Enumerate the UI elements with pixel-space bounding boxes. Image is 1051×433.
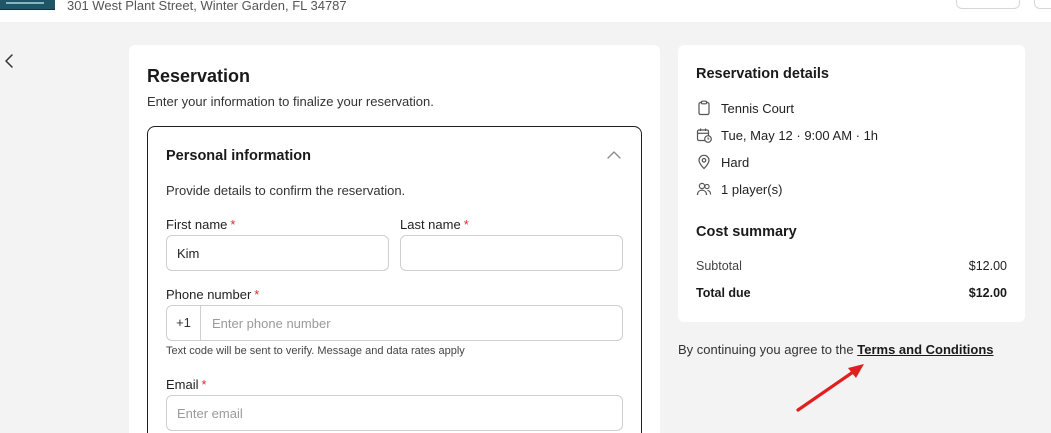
detail-court: Tennis Court — [696, 99, 794, 117]
required-marker: * — [463, 217, 469, 232]
phone-label: Phone number * — [166, 287, 259, 302]
required-marker: * — [201, 377, 207, 392]
chevron-left-icon — [5, 54, 13, 68]
subtotal-value: $12.00 — [968, 259, 1007, 273]
last-name-input[interactable] — [400, 235, 623, 271]
first-name-label-text: First name — [166, 217, 228, 232]
email-label: Email * — [166, 377, 207, 392]
first-name-input[interactable] — [166, 235, 389, 271]
header-button[interactable] — [956, 0, 1020, 9]
total-label: Total due — [696, 286, 751, 300]
personal-info-description: Provide details to confirm the reservati… — [166, 183, 406, 198]
detail-surface-text: Hard — [721, 154, 750, 170]
collapse-button[interactable] — [606, 148, 622, 160]
detail-surface: Hard — [696, 153, 749, 171]
total-value: $12.00 — [968, 286, 1007, 300]
last-name-label-text: Last name — [400, 217, 461, 232]
subtotal-label: Subtotal — [696, 259, 742, 273]
detail-datetime: Tue, May 12 · 9:00 AM · 1h — [696, 126, 878, 144]
email-input[interactable] — [166, 395, 623, 431]
terms-prefix: By continuing you agree to the — [678, 342, 854, 357]
location-pin-icon — [698, 154, 710, 170]
header-button-secondary[interactable] — [1034, 0, 1051, 9]
detail-court-text: Tennis Court — [721, 100, 794, 116]
phone-hint: Text code will be sent to verify. Messag… — [166, 345, 465, 357]
country-code-selector[interactable]: +1 — [167, 306, 201, 340]
venue-logo[interactable] — [0, 0, 55, 10]
users-icon — [696, 182, 712, 196]
page-title: Reservation — [147, 66, 251, 86]
required-marker: * — [254, 287, 260, 302]
terms-agreement: By continuing you agree to the Terms and… — [678, 342, 994, 357]
personal-info-title[interactable]: Personal information — [166, 148, 311, 164]
chevron-up-icon — [607, 151, 621, 159]
email-label-text: Email — [166, 377, 199, 392]
clipboard-icon — [698, 100, 710, 116]
phone-label-text: Phone number — [166, 287, 252, 302]
page-subtitle: Enter your information to finalize your … — [147, 94, 434, 109]
detail-players-text: 1 player(s) — [721, 181, 783, 197]
annotation-arrow-icon — [796, 364, 864, 412]
last-name-label: Last name * — [400, 217, 469, 232]
detail-datetime-text: Tue, May 12 · 9:00 AM · 1h — [721, 127, 879, 143]
back-button[interactable] — [2, 53, 18, 69]
top-bar: 301 West Plant Street, Winter Garden, FL… — [0, 0, 1051, 22]
detail-players: 1 player(s) — [696, 180, 782, 198]
calendar-clock-icon — [696, 128, 712, 143]
terms-link[interactable]: Terms and Conditions — [857, 342, 993, 357]
phone-input[interactable] — [202, 306, 622, 340]
details-title: Reservation details — [696, 66, 829, 82]
first-name-label: First name * — [166, 217, 235, 232]
venue-address: 301 West Plant Street, Winter Garden, FL… — [67, 0, 347, 13]
required-marker: * — [230, 217, 236, 232]
cost-summary-title: Cost summary — [696, 224, 797, 240]
phone-field: +1 — [166, 305, 623, 341]
personal-info-section — [147, 126, 642, 433]
